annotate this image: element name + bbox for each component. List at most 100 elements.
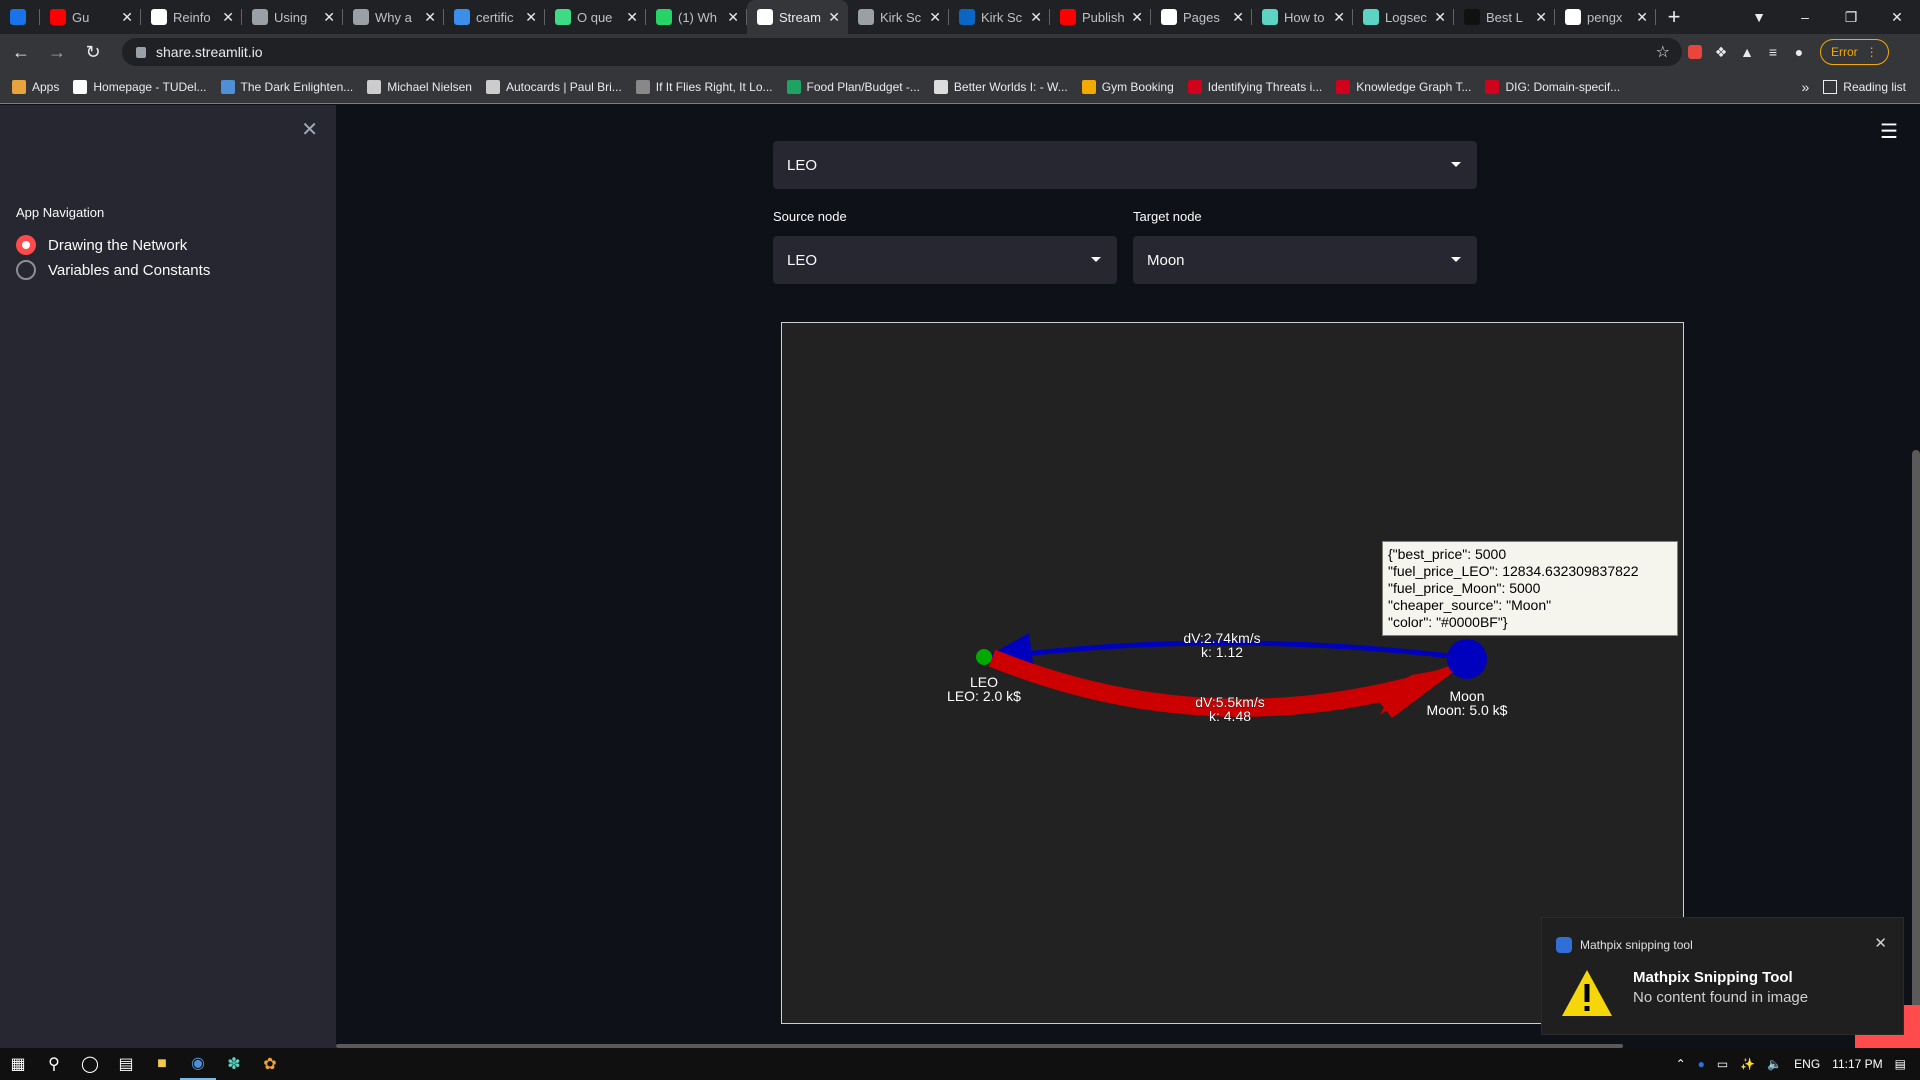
- close-window-icon[interactable]: ✕: [1874, 9, 1920, 26]
- notification-center-icon[interactable]: ▤: [1895, 1057, 1906, 1071]
- close-tab-icon[interactable]: ✕: [1636, 9, 1648, 26]
- close-notification-icon[interactable]: ✕: [1874, 934, 1887, 952]
- hamburger-menu-icon[interactable]: ☰: [1880, 119, 1898, 144]
- browser-tab[interactable]: How to ✕: [1252, 0, 1353, 34]
- bookmark-item[interactable]: Identifying Threats i...: [1187, 79, 1322, 94]
- logseq-icon: [1363, 9, 1379, 25]
- close-tab-icon[interactable]: ✕: [525, 9, 537, 26]
- browser-tab[interactable]: certific ✕: [444, 0, 545, 34]
- profile-icon[interactable]: ●: [1786, 39, 1812, 65]
- volume-icon[interactable]: 🔈: [1767, 1057, 1782, 1071]
- battery-icon[interactable]: ▭: [1717, 1057, 1728, 1071]
- bookmark-item[interactable]: Knowledge Graph T...: [1336, 79, 1471, 94]
- browser-tab[interactable]: Kirk Sc ✕: [949, 0, 1050, 34]
- node-moon[interactable]: [1447, 639, 1487, 679]
- close-tab-icon[interactable]: ✕: [626, 9, 638, 26]
- tab-title: (1) Wh: [678, 9, 717, 25]
- wifi-icon[interactable]: ✨: [1740, 1057, 1755, 1071]
- bookmark-item[interactable]: The Dark Enlighten...: [220, 79, 353, 94]
- caret-down-icon: [1451, 162, 1461, 167]
- extension-icon[interactable]: [1682, 39, 1708, 65]
- node-select-top[interactable]: LEO: [773, 141, 1477, 189]
- browser-tab[interactable]: Kirk Sc ✕: [848, 0, 949, 34]
- new-tab-icon[interactable]: +: [1656, 4, 1692, 30]
- streamlit-icon: [757, 9, 773, 25]
- bookmark-star-icon[interactable]: ☆: [1656, 42, 1670, 62]
- extension-triangle-icon[interactable]: ▲: [1734, 39, 1760, 65]
- close-tab-icon[interactable]: ✕: [1333, 9, 1345, 26]
- bookmark-icon: [635, 79, 650, 94]
- vertical-scrollbar[interactable]: [1912, 450, 1920, 1030]
- close-tab-icon[interactable]: ✕: [1232, 9, 1244, 26]
- tab-search-icon[interactable]: ▼: [1736, 9, 1782, 25]
- bookmark-item[interactable]: Food Plan/Budget -...: [786, 79, 920, 94]
- bookmark-item[interactable]: If It Flies Right, It Lo...: [635, 79, 773, 94]
- bookmark-item[interactable]: Apps: [12, 79, 59, 94]
- bookmarks-overflow-icon[interactable]: »: [1802, 79, 1810, 95]
- target-node-select[interactable]: Moon: [1133, 236, 1477, 284]
- address-bar[interactable]: share.streamlit.io ☆: [122, 38, 1682, 66]
- bookmark-item[interactable]: Michael Nielsen: [367, 79, 472, 94]
- close-tab-icon[interactable]: ✕: [1535, 9, 1547, 26]
- back-icon[interactable]: ←: [6, 37, 36, 67]
- minimize-icon[interactable]: –: [1782, 9, 1828, 25]
- tab-title: O que: [577, 9, 613, 25]
- playlist-icon[interactable]: ≡: [1760, 39, 1786, 65]
- app-icon[interactable]: ✿: [252, 1048, 288, 1080]
- clock[interactable]: 11:17 PM: [1832, 1057, 1882, 1071]
- bookmark-item[interactable]: DIG: Domain-specif...: [1485, 79, 1620, 94]
- file-explorer-icon[interactable]: ■: [144, 1048, 180, 1080]
- bookmark-label: Food Plan/Budget -...: [806, 79, 920, 94]
- browser-tab[interactable]: [0, 0, 40, 34]
- close-tab-icon[interactable]: ✕: [323, 9, 335, 26]
- forward-icon[interactable]: →: [42, 37, 72, 67]
- language-indicator[interactable]: ENG: [1794, 1057, 1820, 1071]
- browser-tab[interactable]: Logsec ✕: [1353, 0, 1454, 34]
- browser-tab[interactable]: Why a ✕: [343, 0, 444, 34]
- close-tab-icon[interactable]: ✕: [424, 9, 436, 26]
- browser-tab[interactable]: (1) Wh ✕: [646, 0, 747, 34]
- bookmark-item[interactable]: Better Worlds I: - W...: [933, 79, 1068, 94]
- bookmark-item[interactable]: Autocards | Paul Bri...: [485, 79, 622, 94]
- error-button[interactable]: Error ⋮: [1820, 39, 1889, 65]
- close-tab-icon[interactable]: ✕: [929, 9, 941, 26]
- logseq-icon[interactable]: ✽: [216, 1048, 252, 1080]
- reload-icon[interactable]: ↻: [78, 37, 108, 67]
- source-node-select[interactable]: LEO: [773, 236, 1117, 284]
- close-tab-icon[interactable]: ✕: [727, 9, 739, 26]
- puzzle-icon[interactable]: ❖: [1708, 39, 1734, 65]
- node-leo[interactable]: [976, 649, 992, 665]
- reading-list-button[interactable]: Reading list: [1823, 79, 1906, 94]
- tab-title: certific: [476, 9, 514, 25]
- chrome-icon[interactable]: ◉: [180, 1048, 216, 1080]
- windows-start-icon[interactable]: ▦: [0, 1048, 36, 1080]
- browser-tab[interactable]: Pages ✕: [1151, 0, 1252, 34]
- browser-tab[interactable]: Gu ✕: [40, 0, 141, 34]
- close-tab-icon[interactable]: ✕: [121, 9, 133, 26]
- cortana-icon[interactable]: ◯: [72, 1048, 108, 1080]
- restore-icon[interactable]: ❐: [1828, 9, 1874, 26]
- task-view-icon[interactable]: ▤: [108, 1048, 144, 1080]
- close-tab-icon[interactable]: ✕: [1030, 9, 1042, 26]
- close-tab-icon[interactable]: ✕: [1131, 9, 1143, 26]
- radio-variables-constants[interactable]: Variables and Constants: [16, 260, 210, 280]
- globe-icon: [353, 9, 369, 25]
- bookmark-item[interactable]: Gym Booking: [1081, 79, 1174, 94]
- browser-tab[interactable]: Stream ✕: [747, 0, 848, 34]
- tray-up-icon[interactable]: ⌃: [1676, 1057, 1686, 1071]
- close-tab-icon[interactable]: ✕: [1434, 9, 1446, 26]
- browser-tab[interactable]: Reinfo ✕: [141, 0, 242, 34]
- close-tab-icon[interactable]: ✕: [828, 9, 840, 26]
- browser-tab[interactable]: O que ✕: [545, 0, 646, 34]
- browser-tab[interactable]: Best L ✕: [1454, 0, 1555, 34]
- toast-notification[interactable]: Mathpix snipping tool ✕ Mathpix Snipping…: [1541, 917, 1904, 1035]
- search-icon[interactable]: ⚲: [36, 1048, 72, 1080]
- close-sidebar-icon[interactable]: ✕: [301, 117, 318, 142]
- browser-tab[interactable]: Publish ✕: [1050, 0, 1151, 34]
- radio-drawing-network[interactable]: Drawing the Network: [16, 235, 187, 255]
- tray-app-icon[interactable]: ●: [1698, 1057, 1705, 1071]
- close-tab-icon[interactable]: ✕: [222, 9, 234, 26]
- bookmark-item[interactable]: Homepage - TUDel...: [73, 79, 207, 94]
- browser-tab[interactable]: pengx ✕: [1555, 0, 1656, 34]
- browser-tab[interactable]: Using ✕: [242, 0, 343, 34]
